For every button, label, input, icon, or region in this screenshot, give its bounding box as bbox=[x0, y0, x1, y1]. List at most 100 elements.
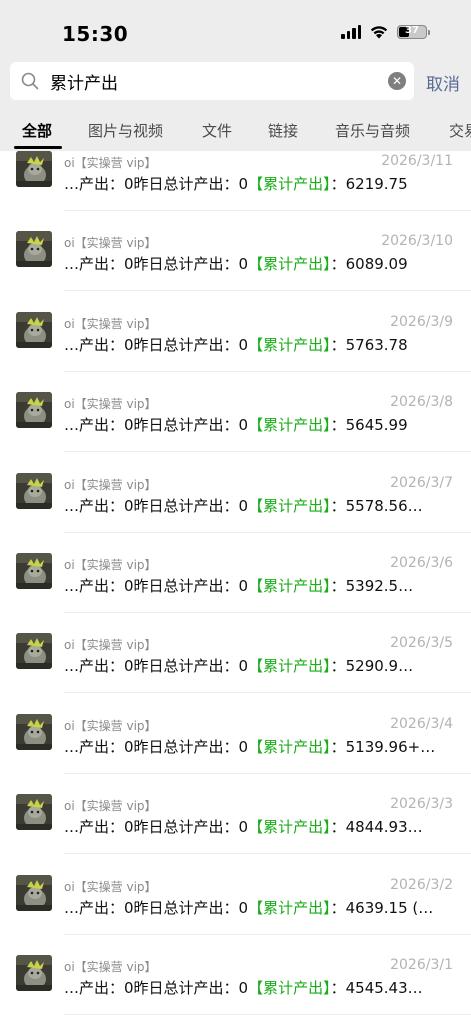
snippet-highlight: 【累计产出】 bbox=[248, 335, 331, 354]
result-snippet: …产出：0昨日总计产出：0【累计产出】：4545.43… bbox=[64, 977, 456, 998]
result-snippet: …产出：0昨日总计产出：0【累计产出】：4844.93… bbox=[64, 816, 456, 837]
avatar bbox=[16, 955, 52, 991]
tab-images-videos[interactable]: 图片与视频 bbox=[88, 120, 163, 141]
result-date: 2026/3/7 bbox=[390, 474, 453, 491]
result-date: 2026/3/3 bbox=[390, 796, 453, 813]
avatar bbox=[16, 392, 52, 429]
search-result-item[interactable]: oi【实操营 vip】 2026/3/1 …产出：0昨日总计产出：0【累计产出】… bbox=[0, 935, 471, 1015]
result-snippet: …产出：0昨日总计产出：0【累计产出】：6089.09 bbox=[64, 253, 456, 274]
result-snippet: …产出：0昨日总计产出：0【累计产出】：4639.15 (… bbox=[64, 897, 456, 918]
snippet-highlight: 【累计产出】 bbox=[248, 255, 331, 274]
snippet-value: ：5290.9… bbox=[330, 657, 414, 676]
search-result-item[interactable]: oi【实操营 vip】 2026/3/6 …产出：0昨日总计产出：0【累计产出】… bbox=[0, 533, 471, 613]
result-sender: oi【实操营 vip】 bbox=[64, 960, 157, 974]
snippet-value: ：5645.99 bbox=[330, 416, 408, 435]
clear-icon[interactable]: ✕ bbox=[388, 72, 406, 90]
filter-tabs: 全部 图片与视频 文件 链接 音乐与音频 交易 bbox=[0, 112, 471, 151]
result-snippet: …产出：0昨日总计产出：0【累计产出】：5392.5… bbox=[64, 575, 456, 596]
snippet-highlight: 【累计产出】 bbox=[248, 175, 331, 193]
search-results-list: oi【实操营 vip】 2026/3/11 …产出：0昨日总计产出：0【累计产出… bbox=[0, 151, 471, 1024]
result-sender: oi【实操营 vip】 bbox=[64, 718, 157, 733]
snippet-text: …产出：0昨日总计产出：0 bbox=[64, 737, 249, 756]
result-date: 2026/3/9 bbox=[390, 313, 453, 330]
result-snippet: …产出：0昨日总计产出：0【累计产出】：6219.75 bbox=[64, 173, 456, 194]
status-bar: 15:30 37 bbox=[0, 0, 471, 60]
tab-all[interactable]: 全部 bbox=[22, 120, 52, 141]
snippet-value: ：4844.93… bbox=[330, 818, 423, 837]
status-time: 15:30 bbox=[62, 22, 129, 46]
result-sender: oi【实操营 vip】 bbox=[64, 879, 157, 894]
search-result-item[interactable]: oi【实操营 vip】 2026/3/8 …产出：0昨日总计产出：0【累计产出】… bbox=[0, 372, 471, 453]
result-date: 2026/3/8 bbox=[390, 394, 453, 411]
result-date: 2026/3/1 bbox=[390, 957, 453, 973]
search-input[interactable] bbox=[50, 62, 380, 100]
snippet-highlight: 【累计产出】 bbox=[248, 898, 331, 917]
snippet-text: …产出：0昨日总计产出：0 bbox=[64, 657, 249, 676]
snippet-text: …产出：0昨日总计产出：0 bbox=[64, 335, 249, 354]
snippet-value: ：6089.09 bbox=[330, 255, 408, 274]
search-result-item[interactable]: oi【实操营 vip】 2026/3/3 …产出：0昨日总计产出：0【累计产出】… bbox=[0, 774, 471, 855]
snippet-text: …产出：0昨日总计产出：0 bbox=[64, 979, 249, 997]
avatar bbox=[16, 311, 52, 348]
avatar bbox=[16, 713, 52, 750]
snippet-value: ：5392.5… bbox=[330, 577, 414, 595]
result-date: 2026/3/2 bbox=[390, 876, 453, 893]
snippet-value: ：5578.56… bbox=[330, 496, 423, 515]
status-icons: 37 bbox=[341, 24, 430, 39]
result-sender: oi【实操营 vip】 bbox=[64, 799, 157, 814]
search-result-item[interactable]: oi【实操营 vip】 2026/3/2 …产出：0昨日总计产出：0【累计产出】… bbox=[0, 855, 471, 935]
snippet-text: …产出：0昨日总计产出：0 bbox=[64, 898, 249, 917]
divider bbox=[64, 1014, 471, 1015]
snippet-highlight: 【累计产出】 bbox=[248, 416, 331, 435]
header-area: 15:30 37 累计产出 ✕ 取消 全部 图片与视频 文件 链接 音乐与音频 … bbox=[0, 0, 471, 151]
snippet-text: …产出：0昨日总计产出：0 bbox=[64, 255, 249, 274]
result-sender: oi【实操营 vip】 bbox=[64, 236, 157, 251]
search-result-item[interactable]: oi【实操营 vip】 2026/3/5 …产出：0昨日总计产出：0【累计产出】… bbox=[0, 613, 471, 694]
result-snippet: …产出：0昨日总计产出：0【累计产出】：5139.96+… bbox=[64, 736, 456, 757]
cellular-signal-icon bbox=[341, 24, 361, 39]
result-sender: oi【实操营 vip】 bbox=[64, 156, 157, 170]
result-sender: oi【实操营 vip】 bbox=[64, 397, 157, 412]
search-icon bbox=[20, 71, 40, 95]
result-sender: oi【实操营 vip】 bbox=[64, 477, 157, 492]
result-snippet: …产出：0昨日总计产出：0【累计产出】：5763.78 bbox=[64, 334, 456, 355]
avatar bbox=[16, 633, 52, 670]
search-result-item[interactable]: oi【实操营 vip】 2026/3/11 …产出：0昨日总计产出：0【累计产出… bbox=[0, 151, 471, 211]
snippet-text: …产出：0昨日总计产出：0 bbox=[64, 577, 249, 595]
snippet-highlight: 【累计产出】 bbox=[248, 737, 331, 756]
snippet-text: …产出：0昨日总计产出：0 bbox=[64, 818, 249, 837]
wifi-icon bbox=[369, 24, 389, 39]
tab-files[interactable]: 文件 bbox=[202, 120, 232, 141]
result-sender: oi【实操营 vip】 bbox=[64, 558, 157, 572]
search-result-item[interactable]: oi【实操营 vip】 2026/3/9 …产出：0昨日总计产出：0【累计产出】… bbox=[0, 292, 471, 372]
result-snippet: …产出：0昨日总计产出：0【累计产出】：5645.99 bbox=[64, 414, 456, 435]
snippet-text: …产出：0昨日总计产出：0 bbox=[64, 416, 249, 435]
cancel-button[interactable]: 取消 bbox=[426, 70, 460, 95]
snippet-value: ：5139.96+… bbox=[330, 737, 436, 756]
snippet-highlight: 【累计产出】 bbox=[248, 657, 331, 676]
snippet-value: ：4545.43… bbox=[330, 979, 423, 997]
avatar bbox=[16, 794, 52, 831]
result-date: 2026/3/5 bbox=[390, 635, 453, 652]
search-result-item[interactable]: oi【实操营 vip】 2026/3/7 …产出：0昨日总计产出：0【累计产出】… bbox=[0, 453, 471, 533]
result-date: 2026/3/10 bbox=[381, 233, 453, 250]
search-result-item[interactable]: oi【实操营 vip】 2026/3/10 …产出：0昨日总计产出：0【累计产出… bbox=[0, 211, 471, 292]
search-box[interactable]: ✕ bbox=[10, 62, 414, 100]
tab-music-audio[interactable]: 音乐与音频 bbox=[335, 120, 410, 141]
tab-links[interactable]: 链接 bbox=[268, 120, 298, 141]
result-date: 2026/3/6 bbox=[390, 555, 453, 571]
active-tab-indicator bbox=[14, 146, 62, 149]
snippet-highlight: 【累计产出】 bbox=[248, 979, 331, 997]
snippet-highlight: 【累计产出】 bbox=[248, 496, 331, 515]
tab-transactions[interactable]: 交易 bbox=[449, 120, 471, 141]
snippet-value: ：5763.78 bbox=[330, 335, 408, 354]
snippet-text: …产出：0昨日总计产出：0 bbox=[64, 175, 249, 193]
snippet-highlight: 【累计产出】 bbox=[248, 577, 331, 595]
result-snippet: …产出：0昨日总计产出：0【累计产出】：5290.9… bbox=[64, 655, 456, 676]
result-sender: oi【实操营 vip】 bbox=[64, 638, 157, 653]
battery-icon: 37 bbox=[397, 24, 430, 39]
battery-level: 37 bbox=[405, 24, 419, 36]
search-result-item[interactable]: oi【实操营 vip】 2026/3/4 …产出：0昨日总计产出：0【累计产出】… bbox=[0, 694, 471, 774]
snippet-highlight: 【累计产出】 bbox=[248, 818, 331, 837]
avatar bbox=[16, 231, 52, 268]
